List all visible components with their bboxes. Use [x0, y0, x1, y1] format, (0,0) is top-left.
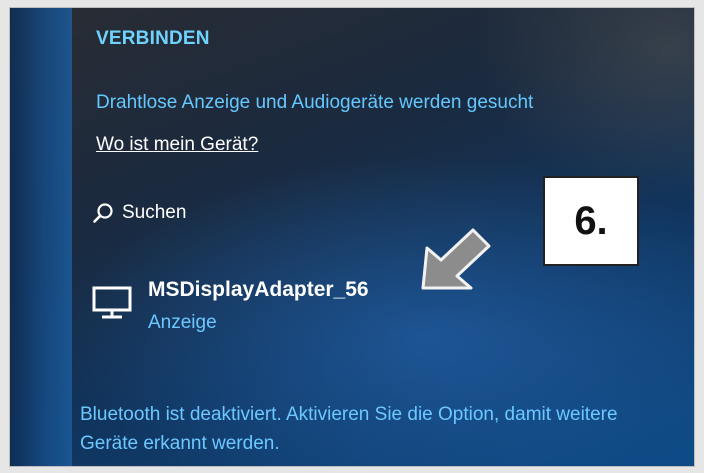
- desktop-edge: [10, 8, 72, 466]
- where-is-my-device-link[interactable]: Wo ist mein Gerät?: [96, 134, 258, 156]
- bluetooth-disabled-note: Bluetooth ist deaktiviert. Aktivieren Si…: [80, 404, 618, 454]
- monitor-icon: [92, 286, 132, 325]
- panel-heading: VERBINDEN: [96, 28, 210, 49]
- search-status-text: Drahtlose Anzeige und Audiogeräte werden…: [96, 92, 534, 113]
- device-name: MSDisplayAdapter_56: [148, 278, 369, 301]
- connect-panel: VERBINDEN Drahtlose Anzeige und Audioger…: [10, 8, 694, 466]
- step-number-badge: 6.: [543, 176, 639, 266]
- search-button[interactable]: Suchen: [92, 202, 186, 224]
- device-type: Anzeige: [148, 312, 217, 333]
- search-label: Suchen: [122, 202, 187, 223]
- search-icon: [92, 202, 114, 224]
- pointer-arrow-icon: [415, 226, 495, 301]
- screenshot-frame: VERBINDEN Drahtlose Anzeige und Audioger…: [0, 0, 704, 473]
- device-list-item[interactable]: MSDisplayAdapter_56 Anzeige: [92, 278, 432, 348]
